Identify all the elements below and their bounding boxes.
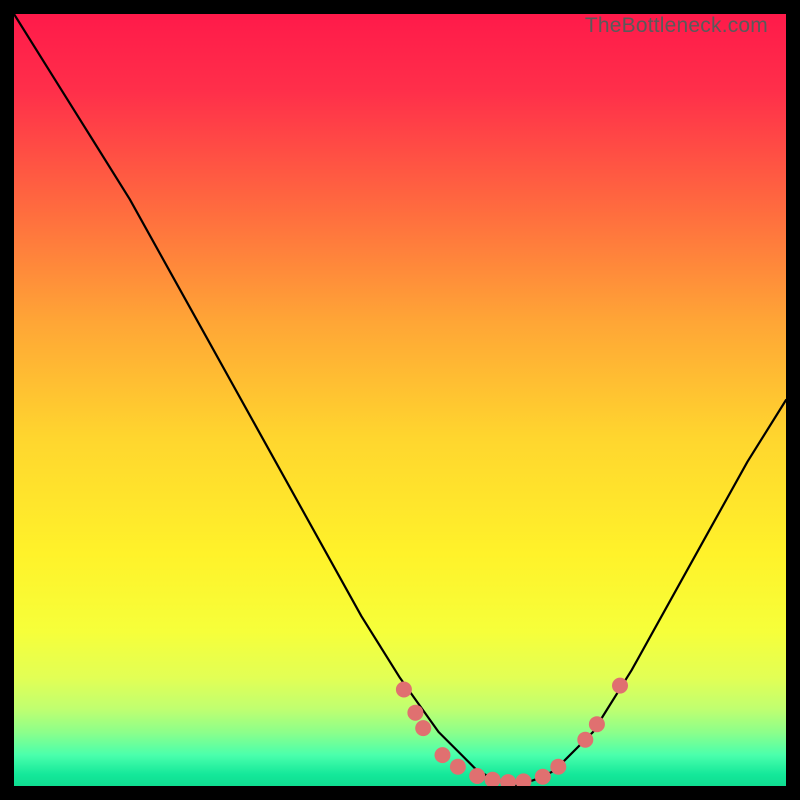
data-marker	[469, 768, 485, 784]
data-marker	[396, 682, 412, 698]
data-marker	[450, 759, 466, 775]
data-marker	[500, 774, 516, 786]
data-marker	[577, 732, 593, 748]
data-marker	[516, 773, 532, 786]
data-marker	[612, 678, 628, 694]
watermark-text: TheBottleneck.com	[585, 14, 768, 38]
data-marker	[589, 716, 605, 732]
data-marker	[407, 705, 423, 721]
data-marker	[550, 759, 566, 775]
data-marker	[435, 747, 451, 763]
data-marker	[485, 772, 501, 786]
chart-frame: TheBottleneck.com	[14, 14, 786, 786]
chart-plot	[14, 14, 786, 786]
bottleneck-curve	[14, 14, 786, 786]
data-marker	[415, 720, 431, 736]
data-marker	[535, 769, 551, 785]
